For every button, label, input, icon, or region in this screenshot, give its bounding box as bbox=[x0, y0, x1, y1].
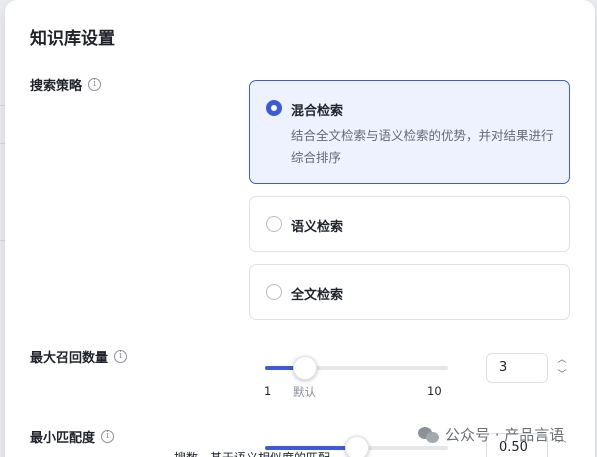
radio-unchecked-icon[interactable] bbox=[266, 216, 282, 232]
min-match-label: 最小匹配度 i bbox=[30, 427, 115, 446]
slider-max-label: 10 bbox=[427, 384, 442, 398]
max-recall-input[interactable]: 3 bbox=[486, 353, 548, 383]
min-match-label-text: 最小匹配度 bbox=[30, 431, 96, 446]
option-title: 全文检索 bbox=[291, 288, 344, 303]
info-icon[interactable]: i bbox=[114, 350, 128, 363]
option-fulltext-search[interactable]: 全文检索 bbox=[249, 264, 570, 320]
option-title: 语义检索 bbox=[291, 220, 344, 235]
search-strategy-label-text: 搜索策略 bbox=[30, 79, 83, 94]
watermark-text: 公众号 · 产品言语 bbox=[445, 426, 565, 444]
max-recall-stepper[interactable]: ︿ ﹀ bbox=[555, 353, 569, 383]
chevron-down-icon[interactable]: ﹀ bbox=[555, 368, 569, 383]
knowledge-base-settings-modal: 知识库设置 搜索策略 i 混合检索 结合全文检索与语义检索的优势，并对结果进行综… bbox=[5, 0, 595, 457]
max-recall-label: 最大召回数量 i bbox=[30, 347, 128, 366]
watermark: 公众号 · 产品言语 bbox=[418, 424, 564, 445]
slider-thumb[interactable] bbox=[345, 436, 369, 457]
search-strategy-label: 搜索策略 i bbox=[30, 75, 102, 94]
min-match-hint: 搜数，基于语义相似度的匹配 bbox=[174, 449, 330, 457]
option-hybrid-search[interactable]: 混合检索 结合全文检索与语义检索的优势，并对结果进行综合排序 bbox=[249, 80, 570, 184]
option-semantic-search[interactable]: 语义检索 bbox=[249, 196, 570, 252]
max-recall-slider[interactable] bbox=[265, 356, 448, 380]
wechat-icon bbox=[418, 426, 440, 444]
slider-thumb[interactable] bbox=[293, 356, 317, 380]
chevron-up-icon[interactable]: ︿ bbox=[555, 353, 569, 368]
modal-title: 知识库设置 bbox=[30, 29, 115, 49]
info-icon[interactable]: i bbox=[101, 430, 115, 443]
slider-default-label: 默认 bbox=[293, 385, 316, 399]
max-recall-label-text: 最大召回数量 bbox=[30, 351, 109, 366]
radio-checked-icon[interactable] bbox=[266, 100, 282, 116]
slider-min-label: 1 bbox=[264, 384, 272, 398]
option-description: 结合全文检索与语义检索的优势，并对结果进行综合排序 bbox=[291, 128, 554, 165]
radio-unchecked-icon[interactable] bbox=[266, 284, 282, 300]
option-title: 混合检索 bbox=[291, 104, 344, 119]
info-icon[interactable]: i bbox=[88, 78, 102, 91]
